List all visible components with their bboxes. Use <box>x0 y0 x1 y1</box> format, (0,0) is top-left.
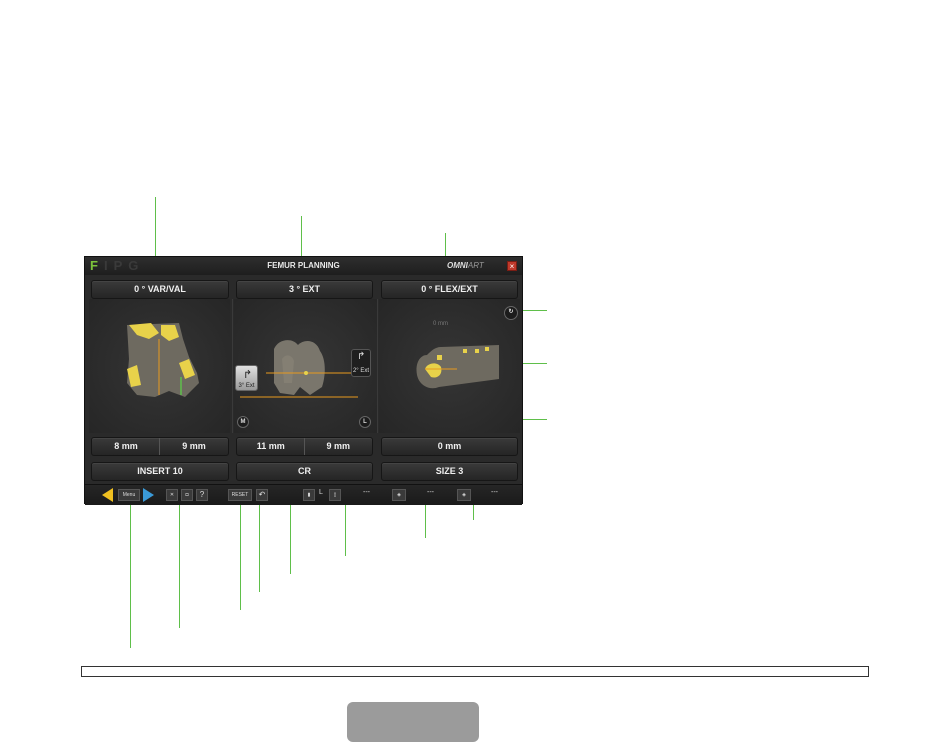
forward-arrow-icon[interactable] <box>143 488 154 502</box>
insert-selector[interactable]: INSERT 10 <box>91 462 229 481</box>
left-measure-b[interactable]: 9 mm <box>159 438 228 455</box>
frontal-femur-image <box>127 323 199 397</box>
rotate-left-button[interactable]: ↱ 3° Ext <box>235 365 258 391</box>
title-bar: FIPG FEMUR PLANNING OMNIART × <box>85 257 522 275</box>
omniart-logo: OMNIART <box>447 261 484 270</box>
size-selector[interactable]: SIZE 3 <box>381 462 518 481</box>
ext-header[interactable]: 3 ° EXT <box>236 280 373 299</box>
component-icon-1[interactable]: ◈ <box>392 489 406 501</box>
close-button[interactable]: × <box>507 261 517 271</box>
help-button[interactable]: ? <box>196 489 208 501</box>
rotate-right-button[interactable]: ↱ 2° Ext <box>351 349 371 377</box>
varval-header[interactable]: 0 ° VAR/VAL <box>91 280 229 299</box>
medial-button[interactable]: M <box>237 416 249 428</box>
left-measure-a[interactable]: 8 mm <box>92 438 160 455</box>
mid-measure-a[interactable]: 11 mm <box>237 438 305 455</box>
left-measure-pill: 8 mm 9 mm <box>91 437 229 456</box>
menu-button[interactable]: Menu <box>118 489 140 501</box>
mid-measure-b[interactable]: 9 mm <box>303 438 373 455</box>
curved-arrow-icon: ↱ <box>357 351 366 362</box>
sagittal-femur-image <box>416 345 499 389</box>
panel-divider-2 <box>377 299 378 433</box>
gap-label: 0 mm <box>433 321 448 327</box>
component-icon-2[interactable]: ◈ <box>457 489 471 501</box>
refresh-icon: ↻ <box>508 309 514 315</box>
curved-arrow-icon: ↱ <box>243 369 253 381</box>
callout-undo <box>259 498 260 592</box>
cr-selector[interactable]: CR <box>236 462 373 481</box>
tools-icon[interactable]: ✕ <box>166 489 178 501</box>
mid-measure-pill: 11 mm 9 mm <box>236 437 373 456</box>
femur-implant-icon[interactable]: ▮ <box>303 489 315 501</box>
tibia-implant-icon[interactable]: ▯ <box>329 489 341 501</box>
femur-planning-window: FIPG FEMUR PLANNING OMNIART × 0 ° VAR/VA… <box>84 256 523 505</box>
undo-icon[interactable]: ↶ <box>256 489 268 501</box>
panel-divider-1 <box>232 299 233 433</box>
bottom-toolbar: Menu ✕ ◘ ? RESET ↶ ▮ L ▯ --- ◈ --- ◈ --- <box>85 484 522 505</box>
lateral-button[interactable]: L <box>359 416 371 428</box>
footer-bar <box>81 666 869 677</box>
toolbar-value-3: --- <box>491 489 498 496</box>
reset-view-button[interactable]: ↻ <box>504 306 518 320</box>
sagittal-view-panel[interactable]: 0 mm <box>379 299 520 433</box>
toolbar-value-1: --- <box>363 489 370 496</box>
callout-reset <box>240 500 241 610</box>
rotate-left-label: 3° Ext <box>238 383 255 389</box>
flexext-header[interactable]: 0 ° FLEX/EXT <box>381 280 518 299</box>
page-tab[interactable] <box>347 702 479 742</box>
reset-button[interactable]: RESET <box>228 489 252 501</box>
frontal-view-panel[interactable] <box>89 299 230 433</box>
side-label: L <box>319 489 323 496</box>
toolbar-value-2: --- <box>427 489 434 496</box>
right-measure-pill[interactable]: 0 mm <box>381 437 518 456</box>
rotate-right-label: 2° Ext <box>352 368 370 374</box>
camera-icon[interactable]: ◘ <box>181 489 193 501</box>
back-arrow-icon[interactable] <box>102 488 113 502</box>
